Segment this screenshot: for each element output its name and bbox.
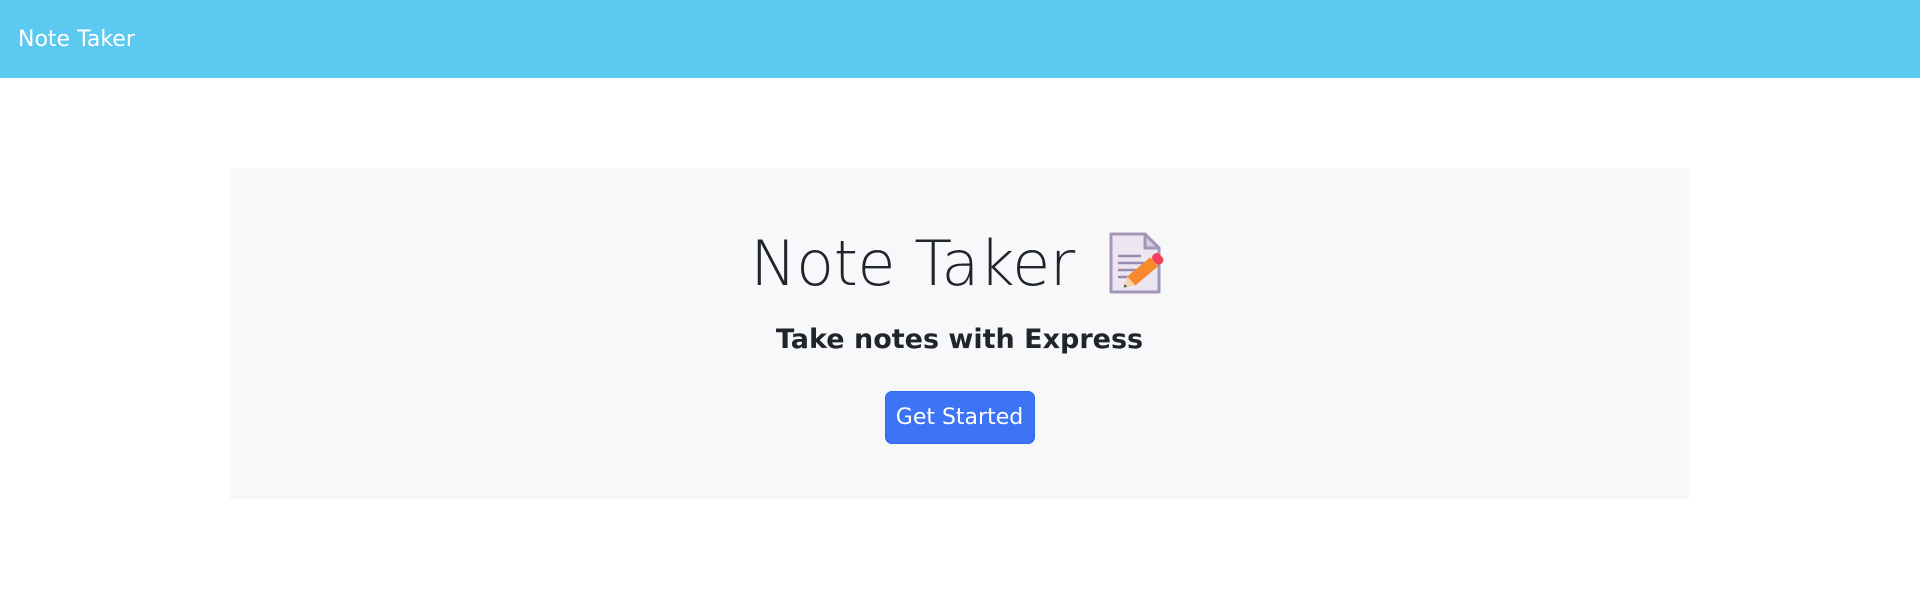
navbar-brand[interactable]: Note Taker xyxy=(18,27,135,52)
hero-title-row: Note Taker xyxy=(750,226,1168,300)
hero-panel: Note Taker Take notes with Express Get S… xyxy=(230,168,1689,499)
get-started-button[interactable]: Get Started xyxy=(884,391,1035,444)
navbar: Note Taker xyxy=(0,0,1920,78)
memo-icon xyxy=(1105,230,1169,296)
page-title: Note Taker xyxy=(750,226,1075,300)
page-subtitle: Take notes with Express xyxy=(775,324,1144,355)
